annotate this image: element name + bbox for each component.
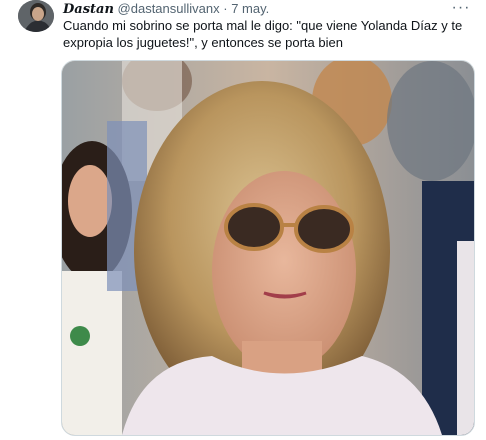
tweet-header: Dastan @dastansullivanx · 7 may. [63,1,269,18]
tweet-text: Cuando mi sobrino se porta mal le digo: … [63,17,473,51]
tweet-text-line: Cuando mi sobrino se porta mal le digo: … [63,18,463,33]
author-avatar[interactable] [18,0,54,32]
tweet-card[interactable]: Dastan @dastansullivanx · 7 may. ··· Cua… [0,0,486,440]
author-handle[interactable]: @dastansullivanx [118,1,220,16]
tweet-photo[interactable] [61,60,475,436]
tweet-text-line: expropia los juguetes!", y entonces se p… [63,35,343,50]
tweet-date[interactable]: 7 may. [231,1,269,16]
more-horizontal-icon[interactable]: ··· [450,0,472,16]
meta-separator: · [223,1,228,16]
author-display-name[interactable]: Dastan [63,2,114,17]
